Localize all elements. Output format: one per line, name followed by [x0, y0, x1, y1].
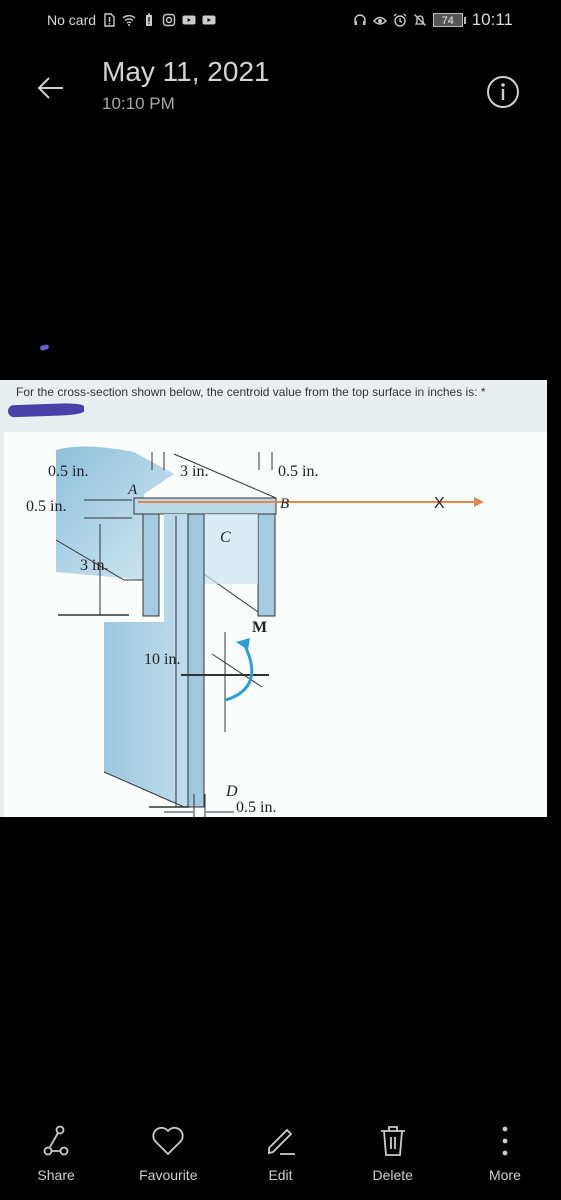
- instagram-icon: [162, 13, 176, 27]
- share-label: Share: [37, 1167, 75, 1183]
- label-flange-right-width: 0.5 in.: [278, 463, 318, 480]
- bell-off-icon: [413, 14, 426, 26]
- cross-section-diagram: 0.5 in. 3 in. 0.5 in. 0.5 in. 3 in. 10 i…: [26, 446, 484, 817]
- edit-label: Edit: [268, 1167, 293, 1183]
- stray-mark: [39, 343, 50, 352]
- info-icon[interactable]: [486, 75, 520, 109]
- battery-alert-icon: [146, 13, 153, 26]
- wifi-icon: [122, 15, 136, 26]
- label-web-spacing: 3 in.: [180, 463, 208, 480]
- sim-alert-icon: [104, 13, 115, 27]
- favourite-button[interactable]: Favourite: [112, 1125, 224, 1200]
- top-plate: [133, 497, 277, 515]
- battery-level: 74: [432, 13, 463, 27]
- question-text: For the cross-section shown below, the c…: [16, 385, 486, 399]
- heart-icon: [152, 1126, 184, 1156]
- web: [187, 513, 205, 808]
- eye-icon: [372, 16, 387, 25]
- delete-button[interactable]: Delete: [337, 1125, 449, 1200]
- x-axis-arrowhead: [474, 497, 484, 507]
- favourite-label: Favourite: [139, 1167, 198, 1183]
- youtube-icon: [202, 15, 216, 25]
- pencil-icon: [267, 1128, 295, 1155]
- right-leg: [257, 513, 276, 617]
- more-vertical-icon: [502, 1126, 508, 1156]
- left-leg: [142, 513, 160, 617]
- page-subtitle: 10:10 PM: [102, 94, 175, 113]
- label-point-d: D: [225, 783, 238, 800]
- more-label: More: [488, 1167, 521, 1183]
- clock: 10:11: [471, 10, 513, 29]
- label-flange-left-width: 0.5 in.: [48, 463, 88, 480]
- share-icon: [43, 1125, 69, 1156]
- headset-icon: [354, 14, 366, 25]
- scribble-mark: [7, 402, 85, 418]
- label-point-c: C: [220, 529, 231, 546]
- label-flange-thickness: 0.5 in.: [26, 498, 66, 515]
- carrier-text: No card: [47, 12, 97, 28]
- youtube-icon: [182, 15, 196, 25]
- label-moment: M: [252, 619, 267, 636]
- battery-indicator: 74: [432, 13, 466, 27]
- label-web-thickness: 0.5 in.: [236, 799, 276, 816]
- alarm-icon: [393, 13, 407, 27]
- status-bar: No card 74 10:11: [0, 0, 561, 40]
- label-axis-x: X: [434, 495, 445, 512]
- label-point-a: A: [127, 482, 138, 498]
- edit-button[interactable]: Edit: [224, 1125, 336, 1200]
- label-side-depth: 3 in.: [80, 557, 108, 574]
- bottom-toolbar: Share Favourite Edit Delete More: [0, 1125, 561, 1200]
- share-button[interactable]: Share: [0, 1125, 112, 1200]
- back-arrow-icon[interactable]: [36, 76, 68, 100]
- photo-content[interactable]: For the cross-section shown below, the c…: [0, 380, 547, 817]
- page-title: May 11, 2021: [102, 56, 270, 87]
- trash-icon: [380, 1126, 405, 1156]
- cross-section-figure: 0.5 in. 3 in. 0.5 in. 0.5 in. 3 in. 10 i…: [4, 432, 547, 817]
- label-point-b: B: [280, 496, 289, 512]
- delete-label: Delete: [372, 1167, 413, 1183]
- header: May 11, 2021 10:10 PM: [0, 50, 561, 120]
- more-button[interactable]: More: [449, 1125, 561, 1200]
- label-web-depth: 10 in.: [144, 651, 180, 668]
